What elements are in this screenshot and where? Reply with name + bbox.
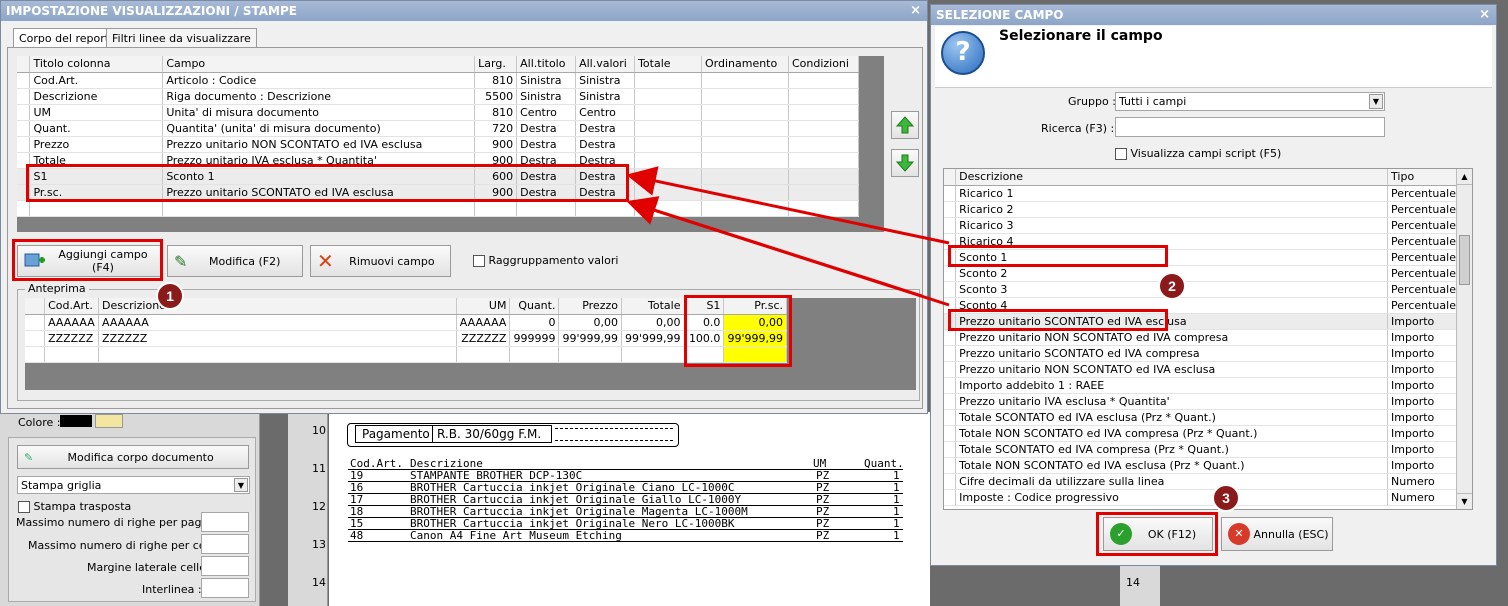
annotation-arrows bbox=[626, 166, 950, 307]
step-badge-3: 3 bbox=[1212, 484, 1240, 512]
arrow-preview bbox=[631, 201, 923, 298]
step-badge-2: 2 bbox=[1158, 272, 1186, 300]
step-badge-1: 1 bbox=[156, 282, 184, 310]
arrow-sconto bbox=[626, 166, 950, 245]
